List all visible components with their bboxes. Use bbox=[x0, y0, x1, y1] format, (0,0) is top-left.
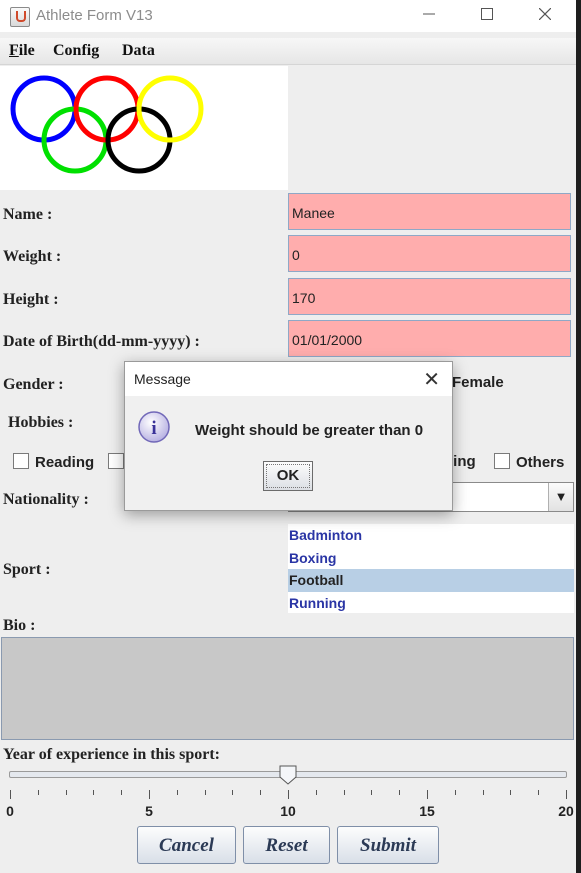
hobby-others-checkbox[interactable]: Others bbox=[494, 453, 564, 471]
window-title: Athlete Form V13 bbox=[36, 7, 153, 24]
sport-list[interactable]: Badminton Boxing Football Running bbox=[288, 524, 574, 613]
slider-tick bbox=[427, 790, 428, 799]
hobby-others-label: Others bbox=[516, 454, 565, 471]
bio-textarea[interactable] bbox=[1, 637, 574, 740]
dialog-close-icon[interactable]: ✕ bbox=[423, 367, 440, 392]
submit-button[interactable]: Submit bbox=[337, 826, 439, 864]
height-label: Height : bbox=[3, 291, 59, 308]
slider-tick bbox=[538, 790, 540, 795]
slider-tick bbox=[399, 790, 401, 795]
slider-tick bbox=[454, 790, 456, 795]
dialog-message: Weight should be greater than 0 bbox=[195, 422, 424, 439]
slider-tick bbox=[371, 790, 373, 795]
athlete-form-window: Athlete Form V13 File Config Data Name :… bbox=[0, 0, 577, 873]
weight-label: Weight : bbox=[3, 248, 62, 265]
sport-list-item[interactable]: Boxing bbox=[288, 547, 574, 570]
slider-tick bbox=[482, 790, 484, 795]
hobbies-label: Hobbies : bbox=[8, 414, 74, 431]
experience-label: Year of experience in this sport: bbox=[3, 746, 220, 763]
weight-input[interactable]: 0 bbox=[288, 235, 571, 272]
slider-tick bbox=[204, 790, 206, 795]
sport-list-item[interactable]: Running bbox=[288, 592, 574, 615]
message-dialog: Message ✕ i Weight should be greater tha… bbox=[124, 361, 453, 511]
slider-tick bbox=[37, 790, 39, 795]
slider-tick bbox=[93, 790, 95, 795]
height-input[interactable]: 170 bbox=[288, 278, 571, 315]
info-icon: i bbox=[138, 411, 170, 443]
sport-label: Sport : bbox=[3, 561, 51, 578]
checkbox-box bbox=[13, 453, 29, 469]
slider-tick bbox=[10, 790, 11, 799]
dialog-title: Message bbox=[134, 371, 191, 387]
dialog-title-bar: Message ✕ bbox=[125, 362, 452, 396]
slider-tick bbox=[65, 790, 67, 795]
checkbox-box bbox=[494, 453, 510, 469]
name-input[interactable]: Manee bbox=[288, 193, 571, 230]
gender-female-radio[interactable]: Female bbox=[452, 374, 504, 391]
minimize-icon bbox=[423, 13, 435, 15]
slider-tick bbox=[510, 790, 512, 795]
slider-tick-label: 0 bbox=[6, 803, 14, 819]
menu-config[interactable]: Config bbox=[53, 42, 99, 60]
slider-tick-label: 10 bbox=[280, 803, 296, 819]
gender-label: Gender : bbox=[3, 376, 64, 393]
hobby-reading-checkbox[interactable]: Reading bbox=[13, 453, 94, 471]
nationality-label: Nationality : bbox=[3, 491, 89, 508]
bio-label: Bio : bbox=[3, 617, 36, 634]
slider-tick bbox=[288, 790, 289, 799]
slider-tick-label: 20 bbox=[558, 803, 574, 819]
menu-bar: File Config Data bbox=[0, 38, 576, 65]
slider-tick-label: 5 bbox=[145, 803, 153, 819]
slider-tick bbox=[566, 790, 567, 799]
sport-list-item[interactable]: Badminton bbox=[288, 524, 574, 547]
hobby-reading-label: Reading bbox=[35, 454, 95, 471]
olympic-rings-logo bbox=[0, 66, 288, 190]
checkbox-box bbox=[108, 453, 124, 469]
maximize-button[interactable] bbox=[458, 0, 516, 32]
ok-button[interactable]: OK bbox=[263, 461, 313, 491]
slider-tick bbox=[121, 790, 123, 795]
sport-list-item-selected[interactable]: Football bbox=[288, 569, 574, 592]
dob-label: Date of Birth(dd-mm-yyyy) : bbox=[3, 333, 200, 350]
dropdown-arrow-icon[interactable]: ▼ bbox=[548, 483, 573, 511]
olympic-rings-image bbox=[10, 75, 204, 174]
desktop-backdrop bbox=[576, 0, 581, 873]
close-icon bbox=[538, 7, 552, 21]
dob-input[interactable]: 01/01/2000 bbox=[288, 320, 571, 357]
title-bar: Athlete Form V13 bbox=[0, 0, 576, 32]
slider-tick bbox=[315, 790, 317, 795]
cancel-button[interactable]: Cancel bbox=[137, 826, 236, 864]
menu-data[interactable]: Data bbox=[122, 42, 155, 60]
slider-tick bbox=[176, 790, 178, 795]
menu-file[interactable]: File bbox=[9, 42, 35, 60]
reset-button[interactable]: Reset bbox=[243, 826, 330, 864]
svg-text:i: i bbox=[151, 418, 156, 439]
close-button[interactable] bbox=[516, 0, 574, 32]
slider-tick-label: 15 bbox=[419, 803, 435, 819]
experience-slider-thumb[interactable] bbox=[279, 765, 297, 785]
name-label: Name : bbox=[3, 206, 53, 223]
slider-tick bbox=[232, 790, 234, 795]
slider-tick bbox=[260, 790, 262, 795]
java-app-icon bbox=[10, 7, 30, 27]
minimize-button[interactable] bbox=[400, 0, 458, 32]
slider-tick bbox=[343, 790, 345, 795]
maximize-icon bbox=[481, 8, 493, 20]
slider-tick bbox=[149, 790, 150, 799]
